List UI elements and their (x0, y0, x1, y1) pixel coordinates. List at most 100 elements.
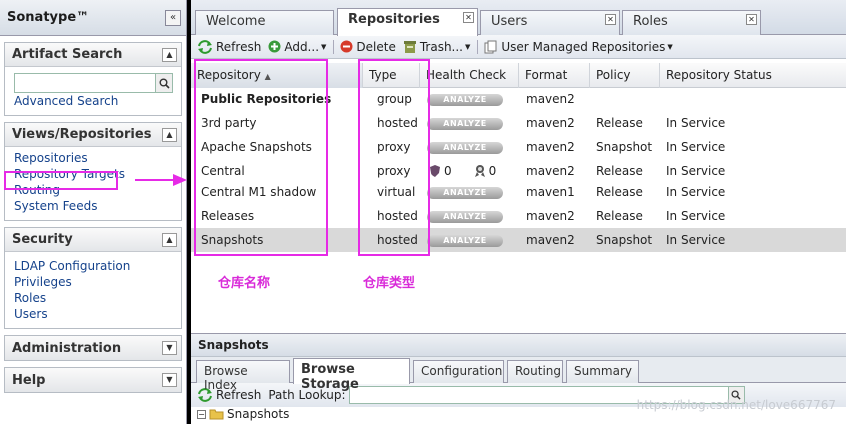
repo-status (660, 87, 666, 111)
dropdown-arrow-icon: ▼ (465, 42, 471, 51)
sidebar-item-users[interactable]: Users (14, 306, 173, 322)
app-title: Sonatype™ (7, 10, 90, 25)
repo-format: maven2 (526, 209, 575, 223)
watermark: https://blog.csdn.net/love667767 (636, 398, 836, 412)
expand-down-icon[interactable]: ▼ (162, 341, 177, 355)
tab-welcome[interactable]: Welcome (195, 10, 334, 35)
column-header-health-check[interactable]: Health Check (420, 63, 519, 88)
add-button[interactable]: Add... ▼ (268, 40, 326, 54)
nexus-window: Sonatype™ « Artifact Search ▲ Advanced S… (0, 0, 846, 424)
repo-policy (590, 87, 596, 111)
analyze-button[interactable]: ANALYZE (427, 210, 503, 223)
sidebar-item-roles[interactable]: Roles (14, 290, 173, 306)
toolbar-separator (333, 39, 335, 54)
refresh-button[interactable]: Refresh (197, 40, 261, 54)
expand-minus-icon[interactable]: − (197, 409, 206, 419)
sidebar-item-ldap-configuration[interactable]: LDAP Configuration (14, 258, 173, 274)
views-repositories-header[interactable]: Views/Repositories ▲ (5, 123, 181, 147)
main-tabbar: Welcome Repositories ✕ Users ✕ Roles ✕ (191, 0, 846, 36)
delete-label: Delete (356, 39, 396, 54)
column-label: Health Check (426, 68, 507, 82)
column-header-policy[interactable]: Policy (590, 63, 660, 88)
main-panel: Welcome Repositories ✕ Users ✕ Roles ✕ R… (191, 0, 846, 424)
user-managed-repositories-button[interactable]: User Managed Repositories ▼ (484, 40, 673, 54)
refresh-icon (198, 39, 212, 54)
tab-label: Configuration (421, 364, 503, 378)
analyze-button[interactable]: ANALYZE (427, 186, 503, 199)
folder-icon (209, 409, 224, 420)
repositories-toolbar: Refresh Add... ▼ Delete Trash... ▼ User … (191, 35, 846, 59)
security-panel: Security ▲ LDAP Configuration Privileges… (4, 227, 182, 329)
artifact-search-header[interactable]: Artifact Search ▲ (5, 43, 181, 67)
sidebar-item-privileges[interactable]: Privileges (14, 274, 173, 290)
tab-label: Roles (633, 14, 668, 29)
column-label: Format (525, 68, 568, 82)
analyze-button[interactable]: ANALYZE (427, 117, 503, 130)
sidebar-item-system-feeds[interactable]: System Feeds (14, 198, 173, 214)
tab-label: Routing (515, 364, 562, 378)
search-icon[interactable] (156, 73, 173, 93)
tab-label: Repositories (348, 12, 440, 27)
dropdown-arrow-icon: ▼ (321, 42, 327, 51)
tab-roles[interactable]: Roles ✕ (622, 10, 761, 35)
artifact-search-input[interactable] (14, 73, 157, 93)
tree-node-snapshots[interactable]: Snapshots (227, 407, 289, 421)
analyze-button[interactable]: ANALYZE (427, 141, 503, 154)
repo-status: In Service (666, 140, 726, 154)
repo-status: In Service (666, 233, 726, 247)
license-award-icon (474, 165, 485, 177)
repositories-grid: Repository ▲ Type Health Check Format Po… (191, 59, 846, 333)
column-label: Repository Status (666, 68, 772, 82)
security-header[interactable]: Security ▲ (5, 228, 181, 252)
artifact-search-panel: Artifact Search ▲ Advanced Search (4, 42, 182, 116)
sidebar-header: Sonatype™ « (0, 0, 186, 36)
collapse-sidebar-icon[interactable]: « (165, 9, 181, 26)
detail-title: Snapshots (191, 334, 846, 357)
tab-repositories[interactable]: Repositories ✕ (337, 8, 478, 36)
administration-panel: Administration ▼ (4, 335, 182, 361)
column-header-format[interactable]: Format (519, 63, 590, 88)
tab-browse-storage[interactable]: Browse Storage (293, 358, 410, 392)
close-icon[interactable]: ✕ (463, 12, 474, 23)
administration-header[interactable]: Administration ▼ (5, 336, 181, 360)
annotation-repo-type: 仓库类型 (363, 276, 416, 291)
sidebar: Sonatype™ « Artifact Search ▲ Advanced S… (0, 0, 187, 424)
repo-format: maven2 (526, 233, 575, 247)
tab-routing[interactable]: Routing (507, 360, 563, 383)
close-icon[interactable]: ✕ (605, 14, 616, 25)
collapse-up-icon[interactable]: ▲ (162, 232, 177, 247)
sidebar-item-repositories[interactable]: Repositories (14, 150, 173, 166)
repo-format: maven2 (526, 116, 575, 130)
add-label: Add... (284, 39, 320, 54)
help-header[interactable]: Help ▼ (5, 368, 181, 392)
tab-label: Summary (574, 364, 632, 378)
delete-button[interactable]: Delete (340, 39, 396, 54)
refresh-label: Refresh (216, 39, 262, 54)
security-title: Security (12, 232, 73, 247)
toolbar-separator (477, 39, 479, 54)
detail-tabbar: Browse Index Browse Storage Configuratio… (191, 357, 846, 392)
tab-browse-index[interactable]: Browse Index (196, 360, 290, 392)
advanced-search-link[interactable]: Advanced Search (14, 93, 173, 109)
repo-format: maven2 (526, 92, 575, 106)
column-header-repository-status[interactable]: Repository Status (660, 63, 846, 88)
close-icon[interactable]: ✕ (746, 14, 757, 25)
tab-configuration[interactable]: Configuration (413, 360, 504, 383)
highlight-box-repository-types (358, 59, 430, 256)
tab-users[interactable]: Users ✕ (480, 10, 620, 35)
dropdown-arrow-icon: ▼ (667, 42, 673, 51)
repo-policy: Snapshot (596, 233, 653, 247)
help-panel: Help ▼ (4, 367, 182, 393)
collapse-up-icon[interactable]: ▲ (162, 47, 177, 62)
expand-down-icon[interactable]: ▼ (162, 373, 177, 387)
collapse-up-icon[interactable]: ▲ (162, 127, 177, 142)
repo-status: In Service (666, 116, 726, 130)
trash-icon (403, 40, 416, 53)
analyze-button[interactable]: ANALYZE (427, 234, 503, 247)
trash-button[interactable]: Trash... ▼ (403, 40, 471, 54)
security-shield-icon (430, 165, 440, 177)
analyze-button[interactable]: ANALYZE (427, 93, 503, 106)
column-label: Policy (596, 68, 631, 82)
artifact-search-title: Artifact Search (12, 47, 123, 62)
tab-summary[interactable]: Summary (566, 360, 639, 383)
